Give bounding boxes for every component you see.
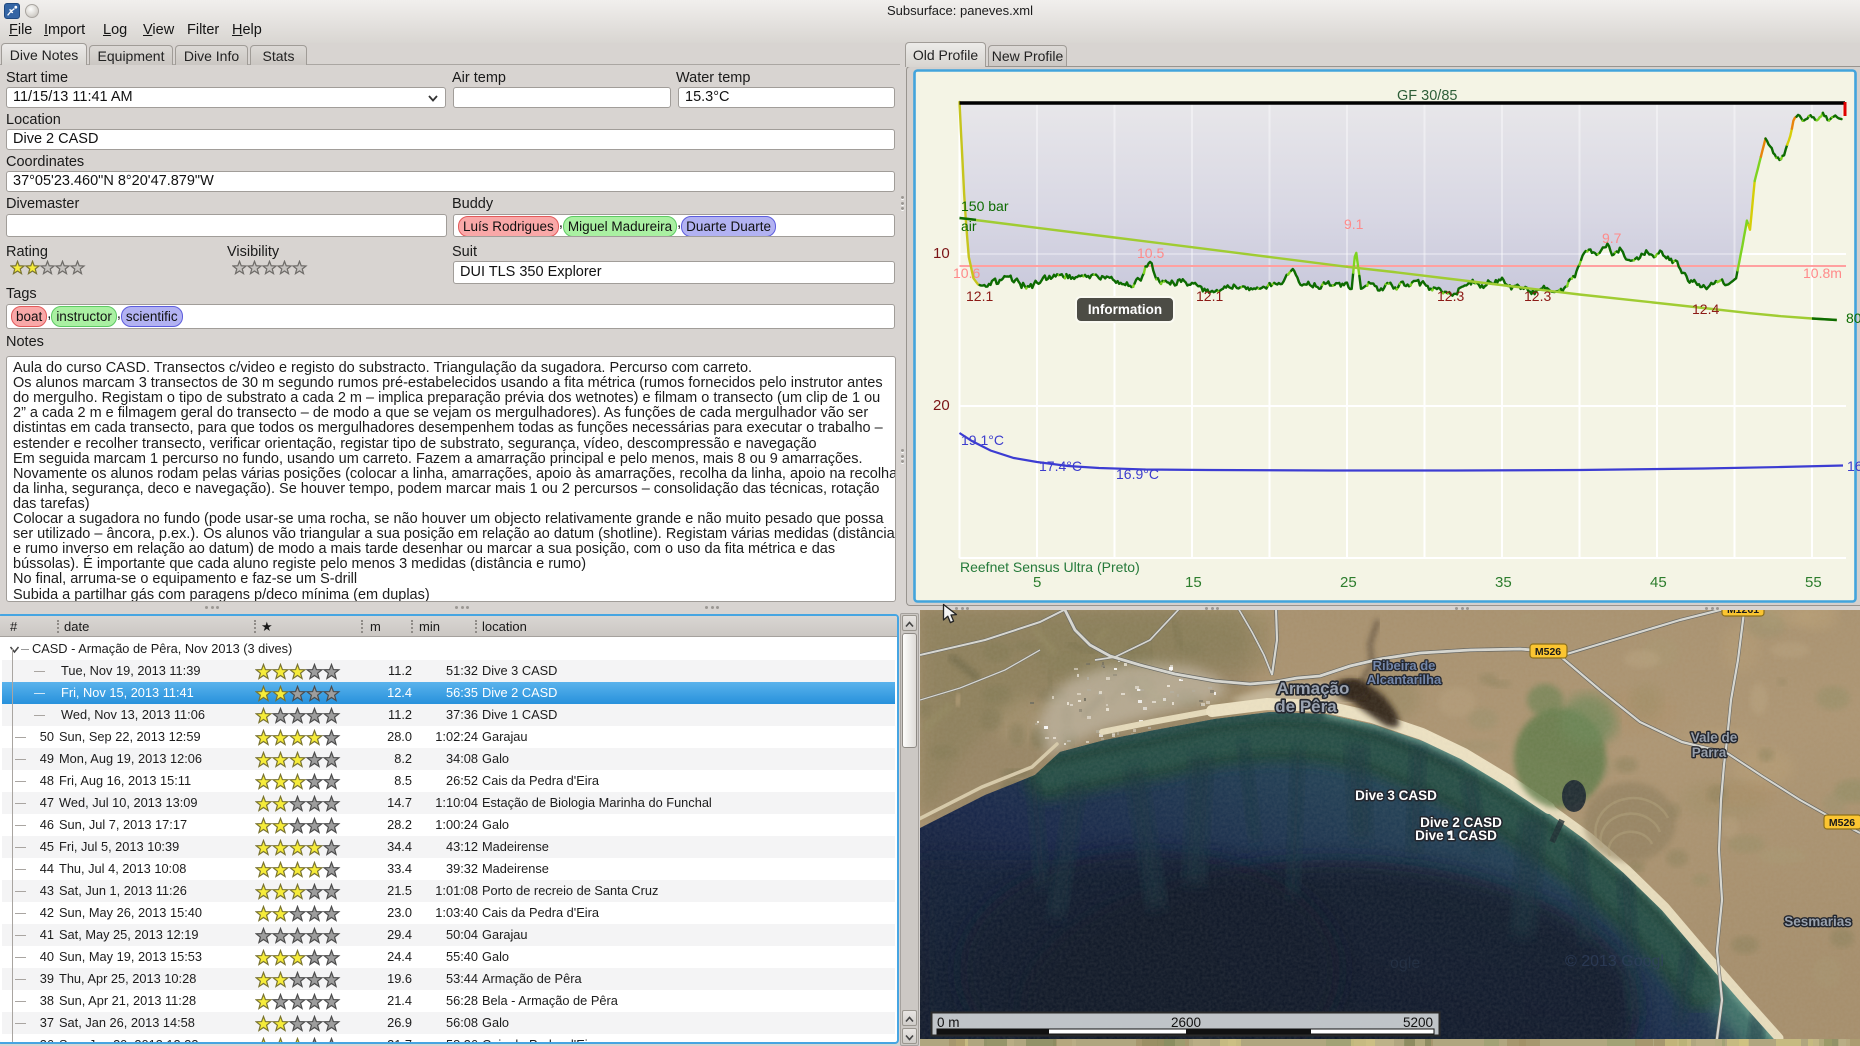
svg-text:15: 15: [1185, 574, 1202, 591]
svg-text:12.1: 12.1: [966, 288, 993, 304]
svg-text:10.5: 10.5: [1137, 245, 1164, 261]
svg-text:Dive 3 CASD: Dive 3 CASD: [1355, 788, 1437, 803]
svg-text:150 bar: 150 bar: [961, 198, 1009, 214]
svg-text:5200: 5200: [1403, 1015, 1433, 1030]
svg-text:Dive 1 CASD: Dive 1 CASD: [1415, 828, 1497, 843]
svg-text:5: 5: [1033, 574, 1041, 591]
svg-text:19.1°C: 19.1°C: [961, 432, 1004, 448]
svg-text:GF 30/85: GF 30/85: [1397, 88, 1457, 104]
svg-text:Armação: Armação: [1277, 679, 1350, 698]
svg-text:10.6: 10.6: [953, 265, 980, 281]
svg-text:25: 25: [1340, 574, 1357, 591]
svg-text:© 2013 Googl: © 2013 Googl: [1565, 953, 1664, 970]
svg-text:10.8m: 10.8m: [1803, 265, 1842, 281]
svg-text:Alcantarilha: Alcantarilha: [1367, 672, 1442, 687]
svg-text:Vale de: Vale de: [1691, 730, 1738, 745]
svg-text:9.7: 9.7: [1602, 230, 1622, 246]
svg-text:Reefnet Sensus Ultra (Preto): Reefnet Sensus Ultra (Preto): [960, 559, 1140, 575]
svg-text:air: air: [961, 218, 977, 234]
svg-text:45: 45: [1650, 574, 1667, 591]
svg-text:16.9°C: 16.9°C: [1116, 466, 1159, 482]
svg-text:12.3: 12.3: [1437, 288, 1464, 304]
svg-text:35: 35: [1495, 574, 1512, 591]
svg-text:10: 10: [933, 245, 950, 262]
svg-text:12.1: 12.1: [1196, 288, 1223, 304]
svg-text:Ribeira de: Ribeira de: [1373, 658, 1436, 673]
svg-text:de Pêra: de Pêra: [1275, 697, 1337, 716]
svg-text:M526: M526: [1535, 646, 1561, 658]
svg-text:17.4°C: 17.4°C: [1039, 458, 1082, 474]
svg-text:Sesmarias: Sesmarias: [1784, 914, 1852, 929]
svg-text:20: 20: [933, 397, 950, 414]
svg-text:Information: Information: [1088, 302, 1162, 317]
svg-text:9.1: 9.1: [1344, 216, 1364, 232]
svg-text:ogle: ogle: [1390, 955, 1420, 972]
svg-text:M1261: M1261: [1727, 610, 1759, 616]
svg-text:55: 55: [1805, 574, 1822, 591]
svg-text:M526: M526: [1829, 817, 1855, 829]
svg-text:12.3: 12.3: [1524, 288, 1551, 304]
svg-text:16: 16: [1847, 458, 1860, 474]
svg-text:12.4: 12.4: [1692, 301, 1719, 317]
svg-text:0 m: 0 m: [937, 1015, 960, 1030]
svg-text:Parra: Parra: [1692, 745, 1727, 760]
svg-text:2600: 2600: [1171, 1015, 1201, 1030]
svg-text:80: 80: [1846, 310, 1860, 326]
